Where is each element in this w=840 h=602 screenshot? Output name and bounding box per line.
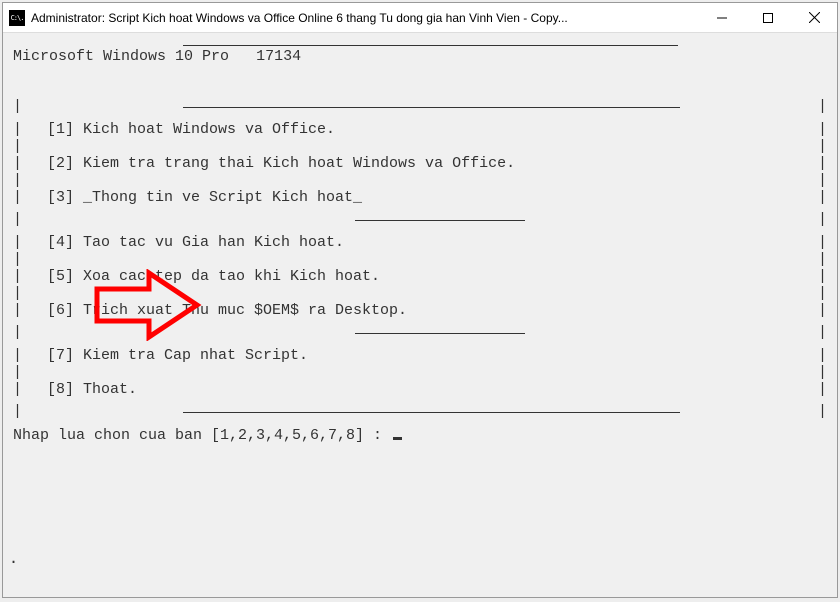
os-build: 17134 <box>256 48 301 65</box>
menu-item-8-label: [8] Thoat. <box>47 379 818 402</box>
underline-3 <box>355 220 525 221</box>
titlebar[interactable]: Administrator: Script Kich hoat Windows … <box>3 3 837 33</box>
menu-item-1-label: [1] Kich hoat Windows va Office. <box>47 119 818 142</box>
menu-item-5-label: [5] Xoa cac tep da tao khi Kich hoat. <box>47 266 818 289</box>
menu-item-4: |[4] Tao tac vu Gia han Kich hoat.| <box>13 233 827 255</box>
maximize-button[interactable] <box>745 3 791 32</box>
menu-item-2: |[2] Kiem tra trang thai Kich hoat Windo… <box>13 154 827 176</box>
menu-item-7-label: [7] Kiem tra Cap nhat Script. <box>47 345 818 368</box>
menu-item-7: |[7] Kiem tra Cap nhat Script.| <box>13 346 827 368</box>
prompt-label: Nhap lua chon cua ban [1,2,3,4,5,6,7,8] … <box>13 427 382 444</box>
menu-item-5: |[5] Xoa cac tep da tao khi Kich hoat.| <box>13 267 827 289</box>
minimize-button[interactable] <box>699 3 745 32</box>
menu-item-3: |[3] _Thong tin ve Script Kich hoat_| <box>13 188 827 210</box>
os-name: Microsoft Windows 10 Pro <box>13 48 229 65</box>
menu-item-4-label: [4] Tao tac vu Gia han Kich hoat. <box>47 232 818 255</box>
menu-item-3-label: [3] _Thong tin ve Script Kich hoat_ <box>47 187 818 210</box>
menu-item-2-label: [2] Kiem tra trang thai Kich hoat Window… <box>47 153 818 176</box>
menu-item-8: |[8] Thoat.| <box>13 380 827 402</box>
divider-menu-top <box>183 107 680 108</box>
menu-block: || |[1] Kich hoat Windows va Office.| ||… <box>13 97 827 425</box>
cmd-icon <box>9 10 25 26</box>
divider-menu-bottom <box>183 412 680 413</box>
prompt-line[interactable]: Nhap lua chon cua ban [1,2,3,4,5,6,7,8] … <box>13 425 827 448</box>
close-button[interactable] <box>791 3 837 32</box>
menu-item-1: |[1] Kich hoat Windows va Office.| <box>13 120 827 142</box>
cursor-icon <box>393 437 402 440</box>
menu-item-6-label: [6] Trich xuat Thu muc $OEM$ ra Desktop. <box>47 300 818 323</box>
underline-6 <box>355 333 525 334</box>
console-area[interactable]: Microsoft Windows 10 Pro 17134 || |[1] K… <box>3 33 837 597</box>
stray-dot: . <box>9 547 18 570</box>
menu-item-6: |[6] Trich xuat Thu muc $OEM$ ra Desktop… <box>13 301 827 323</box>
window: Administrator: Script Kich hoat Windows … <box>2 2 838 598</box>
window-controls <box>699 3 837 32</box>
os-info-line: Microsoft Windows 10 Pro 17134 <box>13 46 827 69</box>
window-title: Administrator: Script Kich hoat Windows … <box>31 11 699 25</box>
